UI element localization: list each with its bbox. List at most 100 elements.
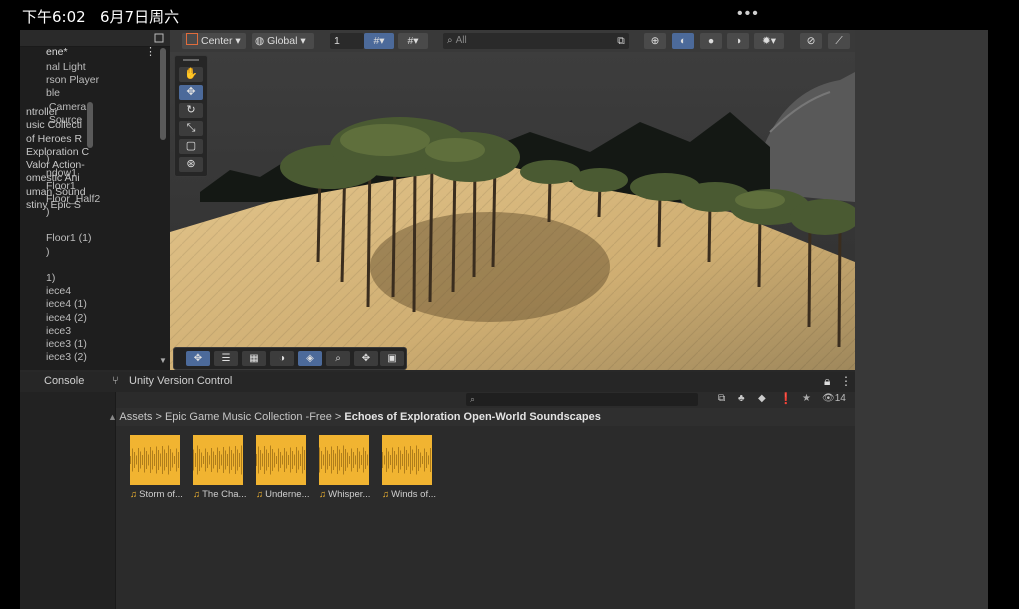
scene-search-input[interactable]: ⌕ All (443, 33, 629, 49)
increment-snap-button[interactable]: #▾ (398, 33, 428, 49)
lighting-toggle-icon[interactable]: ● (700, 33, 722, 49)
project-folder-tree (20, 392, 116, 609)
visibility-count[interactable]: 👁︎14 (822, 393, 846, 404)
folder-item[interactable]: stiny Epic S (26, 199, 89, 212)
hierarchy-item[interactable]: rson Player (46, 74, 100, 87)
terrain-overlay-toolbar: ✥ ☰ ▦ ◑ ◈ ⌕ ✥ ▣ (173, 347, 407, 370)
warning-filter-icon[interactable]: ❗ (779, 392, 793, 405)
scene-toolbar: Center ▾ ◍ Global ▾ 1 #▾ #▾ ⌕ All ⧉ ⊕ ◐ ●… (170, 30, 855, 53)
search-icon: ⌕ (447, 35, 453, 46)
kebab-menu-icon[interactable]: ⋮ (840, 374, 852, 388)
lock-icon[interactable]: 🔒︎ (824, 374, 830, 389)
tab-console[interactable]: Console (44, 375, 84, 387)
filter-icon[interactable]: ⧉ (718, 393, 725, 404)
space-dropdown[interactable]: ◍ Global ▾ (252, 33, 314, 49)
asset-label: ♫ The Cha... (193, 489, 247, 500)
hierarchy-item[interactable] (46, 259, 100, 272)
transform-icon[interactable]: ✥ (354, 351, 378, 366)
camera-icon[interactable]: ▣ (380, 351, 404, 366)
status-bar: 下午6:02 6月7日周六 ••• (0, 0, 1019, 30)
folder-item[interactable]: Valor Action- (26, 159, 89, 172)
asset-label: ♫ Whisper... (319, 489, 371, 500)
hierarchy-item[interactable]: Floor1 (1) (46, 232, 100, 245)
hierarchy-item[interactable]: ) (46, 246, 100, 259)
shading-mode-icon[interactable]: ◐ (672, 33, 694, 49)
project-search-input[interactable]: ⌕ (466, 393, 698, 406)
audio-toggle-icon[interactable]: ◑ (727, 33, 749, 49)
hierarchy-item[interactable]: iece4 (2) (46, 312, 100, 325)
eye-icon: 👁︎ (822, 393, 835, 404)
breadcrumb-separator: > (334, 411, 345, 423)
folder-list[interactable]: ntroller usic Collecti of Heroes R Explorat… (26, 106, 89, 212)
asset-label: ♫ Underne... (256, 489, 310, 500)
sphere-icon[interactable]: ◑ (270, 351, 294, 366)
search-options-icon[interactable]: ⧉ (614, 33, 628, 49)
pivot-dropdown[interactable]: Center ▾ (182, 33, 246, 49)
tab-version-control[interactable]: Unity Version Control (129, 375, 232, 387)
asset-label: ♫ Winds of... (382, 489, 436, 500)
rect-tool-icon[interactable]: ▢ (179, 139, 203, 154)
scene-name[interactable]: ene* (46, 46, 68, 58)
hierarchy-scrollbar[interactable] (160, 48, 166, 140)
panel-menu-icon[interactable] (154, 33, 164, 43)
audio-clip-icon: ♫ (193, 489, 201, 500)
gizmos-menu-icon[interactable]: ⟋ (828, 33, 850, 49)
overlay-handle[interactable] (183, 59, 199, 61)
folder-item[interactable]: of Heroes R (26, 133, 89, 146)
status-time: 下午6:02 6月7日周六 (22, 8, 180, 26)
folder-item[interactable]: omestic Ani (26, 172, 89, 185)
rotate-tool-icon[interactable]: ↻ (179, 103, 203, 118)
folder-item[interactable]: ntroller (26, 106, 89, 119)
hierarchy-item[interactable] (46, 219, 100, 232)
gizmo-toggle-icon[interactable]: ⊕ (644, 33, 666, 49)
hierarchy-item[interactable]: 1) (46, 272, 100, 285)
scene-render (170, 52, 855, 370)
hierarchy-item[interactable]: ble (46, 87, 100, 100)
move-tool-icon[interactable]: ✥ (179, 85, 203, 100)
effects-dropdown-icon[interactable]: ✹▾ (754, 33, 784, 49)
sliders-icon[interactable]: ☰ (214, 351, 238, 366)
paint-icon[interactable]: ▦ (242, 351, 266, 366)
hierarchy-item[interactable]: nal Light (46, 61, 100, 74)
waveform-thumbnail (382, 435, 432, 485)
hierarchy-item[interactable]: iece4 (46, 285, 100, 298)
globe-icon: ◍ (255, 35, 265, 47)
breadcrumb-menu-icon[interactable]: ▲ (108, 412, 117, 422)
waveform-thumbnail (319, 435, 369, 485)
waveform-thumbnail (130, 435, 180, 485)
audio-clip-icon: ♫ (130, 489, 138, 500)
more-dots[interactable]: ••• (737, 5, 760, 23)
scale-tool-icon[interactable]: ⤡ (179, 121, 203, 136)
hierarchy-item[interactable]: iece4 (1) (46, 298, 100, 311)
inspector-area (855, 30, 988, 609)
type-filter-icon[interactable]: ♣ (738, 393, 745, 404)
hierarchy-item[interactable]: iece3 (2) (46, 351, 100, 364)
breadcrumb-folder[interactable]: Epic Game Music Collection -Free (165, 411, 332, 423)
transform-tool-icon[interactable]: ⊛ (179, 157, 203, 172)
search-icon[interactable]: ⌕ (326, 351, 350, 366)
folder-item[interactable]: uman Sound (26, 186, 89, 199)
snap-value-field[interactable]: 1 (330, 33, 364, 49)
folder-scrollbar[interactable] (87, 102, 93, 148)
breadcrumb-current[interactable]: Echoes of Exploration Open-World Soundsc… (344, 411, 601, 423)
label-filter-icon[interactable]: ◆ (758, 393, 766, 404)
move-icon[interactable]: ✥ (186, 351, 210, 366)
scene-viewport[interactable] (170, 52, 855, 370)
folder-item[interactable]: Exploration C (26, 146, 89, 159)
hierarchy-item[interactable]: iece3 (46, 325, 100, 338)
waveform-thumbnail (193, 435, 243, 485)
grid-snap-button[interactable]: #▾ (364, 33, 394, 49)
breadcrumb: ▲ Assets > Epic Game Music Collection -F… (108, 408, 855, 426)
hand-tool-icon[interactable]: ✋ (179, 67, 203, 82)
favorite-icon[interactable]: ★ (802, 393, 811, 404)
breadcrumb-assets[interactable]: Assets (119, 411, 152, 423)
scroll-down-icon[interactable]: ▼ (159, 356, 167, 365)
hidden-objects-icon[interactable]: ⊘ (800, 33, 822, 49)
breadcrumb-separator: > (155, 411, 165, 423)
terrain-icon[interactable]: ◈ (298, 351, 322, 366)
hierarchy-item[interactable]: iece3 (1) (46, 338, 100, 351)
asset-label: ♫ Storm of... (130, 489, 183, 500)
project-search-row: ⌕ ⧉ ♣ ◆ ❗ ★ 👁︎14 (116, 392, 855, 408)
kebab-menu-icon[interactable]: ⋮ (145, 45, 156, 58)
folder-item[interactable]: usic Collecti (26, 119, 89, 132)
